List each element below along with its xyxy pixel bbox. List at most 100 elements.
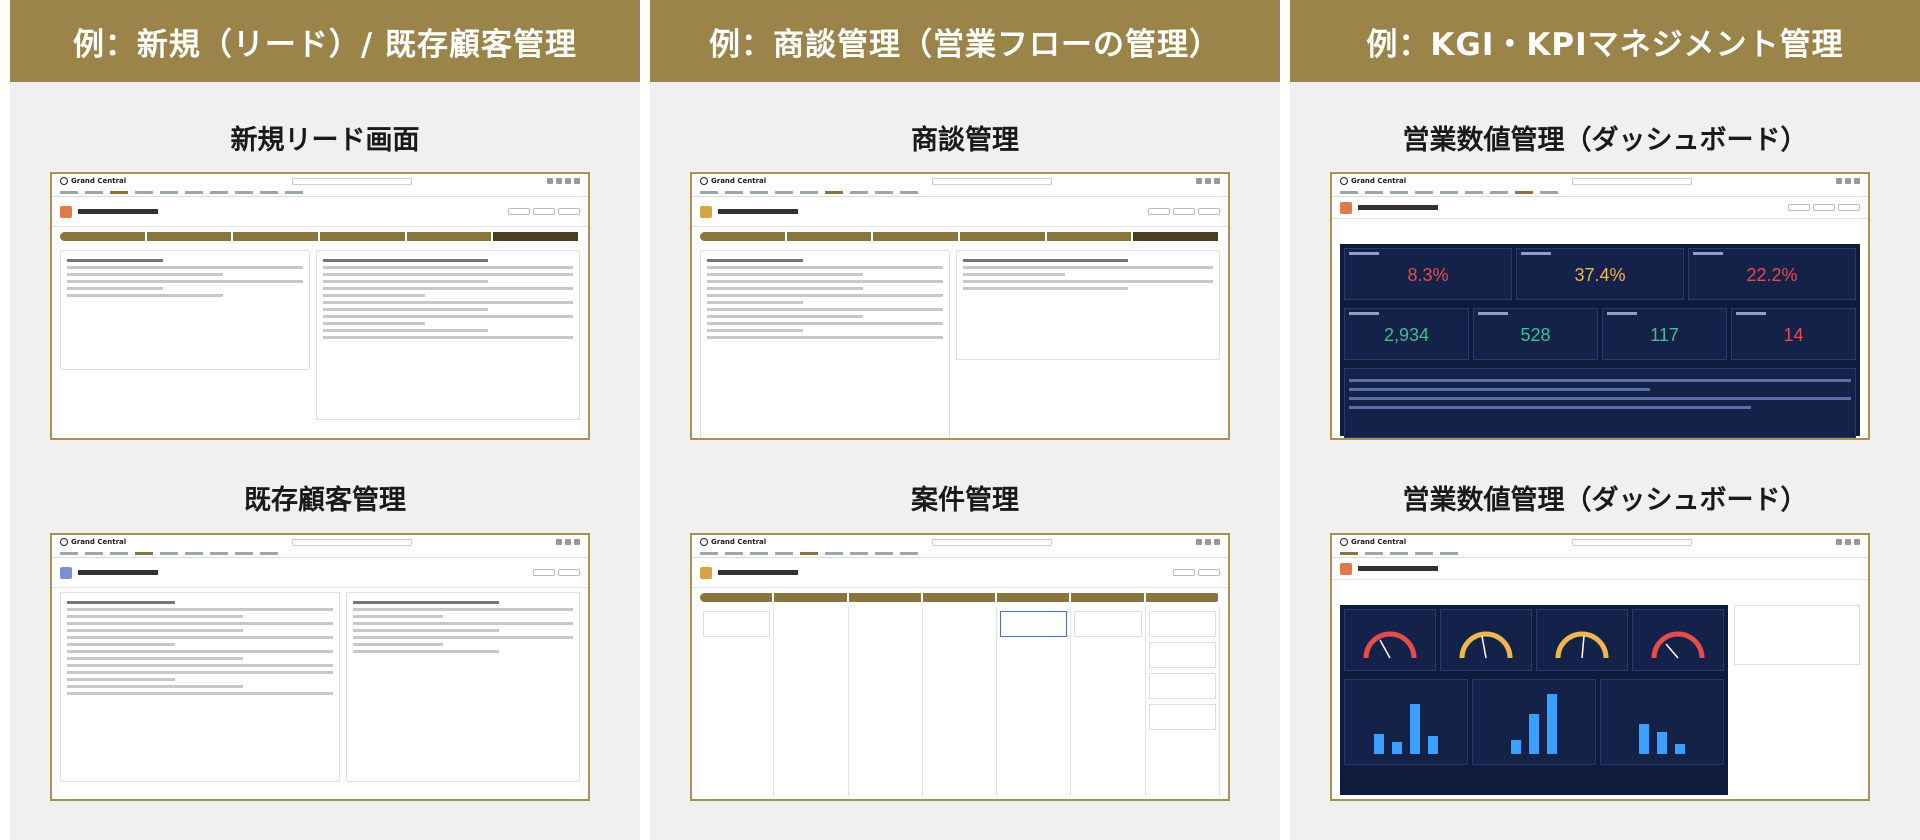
kanban-board: [692, 607, 1228, 797]
record-header: [692, 197, 1228, 227]
activity-panel: [956, 250, 1220, 360]
gear-icon[interactable]: [1845, 539, 1851, 545]
bar-chart[interactable]: [1344, 679, 1468, 765]
kanban-card[interactable]: [1148, 673, 1216, 699]
logo-text: Grand Central: [71, 538, 127, 546]
avatar[interactable]: [1214, 539, 1220, 545]
follow-button[interactable]: [1788, 204, 1810, 211]
edit-button[interactable]: [558, 569, 580, 576]
kanban-card[interactable]: [1148, 704, 1216, 730]
gauge-chart[interactable]: [1536, 609, 1628, 671]
dashboard-header: [1332, 558, 1868, 580]
kanban-card[interactable]: [1074, 611, 1142, 637]
search-input[interactable]: [932, 177, 1053, 185]
app-topbar: Grand Central: [52, 174, 588, 188]
app-logo: Grand Central: [60, 538, 126, 546]
column-deal-management: 例：商談管理（営業フローの管理） 商談管理 Grand Central 案件管理…: [650, 0, 1280, 840]
avatar[interactable]: [1854, 539, 1860, 545]
gear-icon[interactable]: [1205, 539, 1211, 545]
kpi-value: 22.2%: [1746, 265, 1798, 285]
kpi-tile[interactable]: 37.4%: [1516, 248, 1684, 300]
more-button[interactable]: [558, 208, 580, 215]
dashboard-header: [1332, 197, 1868, 219]
more-button[interactable]: [1198, 208, 1220, 215]
dashboard-icon: [1340, 562, 1352, 575]
kpi-row-2: 2,934 528 117 14: [1340, 304, 1860, 364]
bar-chart[interactable]: [1600, 679, 1724, 765]
gauge-chart[interactable]: [1440, 609, 1532, 671]
caption-new-lead: 新規リード画面: [230, 125, 420, 156]
gear-icon[interactable]: [1205, 178, 1211, 184]
follow-button[interactable]: [533, 569, 555, 576]
app-nav: [692, 549, 1228, 558]
follow-button[interactable]: [508, 208, 530, 215]
kanban-card[interactable]: [1000, 611, 1068, 637]
gear-icon[interactable]: [1845, 178, 1851, 184]
app-logo: Grand Central: [1340, 177, 1406, 185]
logo-text: Grand Central: [71, 177, 127, 185]
logo-text: Grand Central: [711, 177, 767, 185]
app-logo: Grand Central: [700, 177, 766, 185]
kpi-tile[interactable]: 22.2%: [1688, 248, 1856, 300]
record-title: [718, 209, 798, 214]
bell-icon[interactable]: [547, 178, 553, 184]
kpi-tile[interactable]: 14: [1731, 308, 1856, 360]
column-header: 例：KGI・KPIマネジメント管理: [1290, 0, 1920, 82]
dashboard-canvas: 8.3% 37.4% 22.2% 2,934 528 117 14: [1340, 244, 1860, 438]
stage-path[interactable]: [700, 232, 1221, 241]
import-button[interactable]: [1198, 569, 1220, 576]
kpi-tile[interactable]: 8.3%: [1344, 248, 1512, 300]
account-icon: [60, 566, 72, 579]
kanban-card[interactable]: [703, 611, 771, 637]
kpi-row-1: 8.3% 37.4% 22.2%: [1340, 244, 1860, 304]
search-input[interactable]: [292, 177, 413, 185]
bell-icon[interactable]: [556, 539, 562, 545]
bell-icon[interactable]: [1836, 178, 1842, 184]
app-logo: Grand Central: [60, 177, 126, 185]
bell-icon[interactable]: [1196, 178, 1202, 184]
gear-icon[interactable]: [565, 539, 571, 545]
kanban-stages: [700, 593, 1220, 602]
avatar[interactable]: [1214, 178, 1220, 184]
kanban-card[interactable]: [1148, 611, 1216, 637]
search-input[interactable]: [932, 538, 1053, 546]
edit-button[interactable]: [1838, 204, 1860, 211]
kpi-tile[interactable]: 528: [1473, 308, 1598, 360]
app-nav: [692, 188, 1228, 197]
edit-button[interactable]: [1173, 208, 1195, 215]
kanban-column: [700, 607, 775, 797]
new-button[interactable]: [1173, 569, 1195, 576]
logo-icon: [60, 538, 68, 546]
edit-button[interactable]: [533, 208, 555, 215]
search-input[interactable]: [1572, 538, 1693, 546]
dashboard-canvas: [1340, 605, 1728, 795]
opportunity-icon: [700, 566, 712, 579]
kanban-column: [923, 607, 998, 797]
kpi-tile[interactable]: 2,934: [1344, 308, 1469, 360]
bar-chart[interactable]: [1472, 679, 1596, 765]
details-panel: [316, 250, 580, 420]
column-lead-customer: 例：新規（リード）/ 既存顧客管理 新規リード画面 Grand Central …: [10, 0, 640, 840]
search-input[interactable]: [292, 538, 413, 546]
avatar[interactable]: [574, 178, 580, 184]
caption-dashboard-2: 営業数値管理（ダッシュボード）: [1402, 485, 1808, 516]
caption-deal: 商談管理: [911, 125, 1019, 156]
follow-button[interactable]: [1148, 208, 1170, 215]
bar-chart-row: [1340, 675, 1728, 769]
dashboard-title: [1358, 566, 1438, 571]
gear-icon[interactable]: [565, 178, 571, 184]
status-path[interactable]: [60, 232, 581, 241]
app-logo: Grand Central: [700, 538, 766, 546]
search-input[interactable]: [1572, 177, 1693, 185]
gauge-chart[interactable]: [1344, 609, 1436, 671]
help-icon[interactable]: [556, 178, 562, 184]
refresh-button[interactable]: [1813, 204, 1835, 211]
kanban-card[interactable]: [1148, 642, 1216, 668]
dashboard-title: [1358, 205, 1438, 210]
avatar[interactable]: [574, 539, 580, 545]
avatar[interactable]: [1854, 178, 1860, 184]
bell-icon[interactable]: [1196, 539, 1202, 545]
bell-icon[interactable]: [1836, 539, 1842, 545]
kpi-tile[interactable]: 117: [1602, 308, 1727, 360]
gauge-chart[interactable]: [1632, 609, 1724, 671]
